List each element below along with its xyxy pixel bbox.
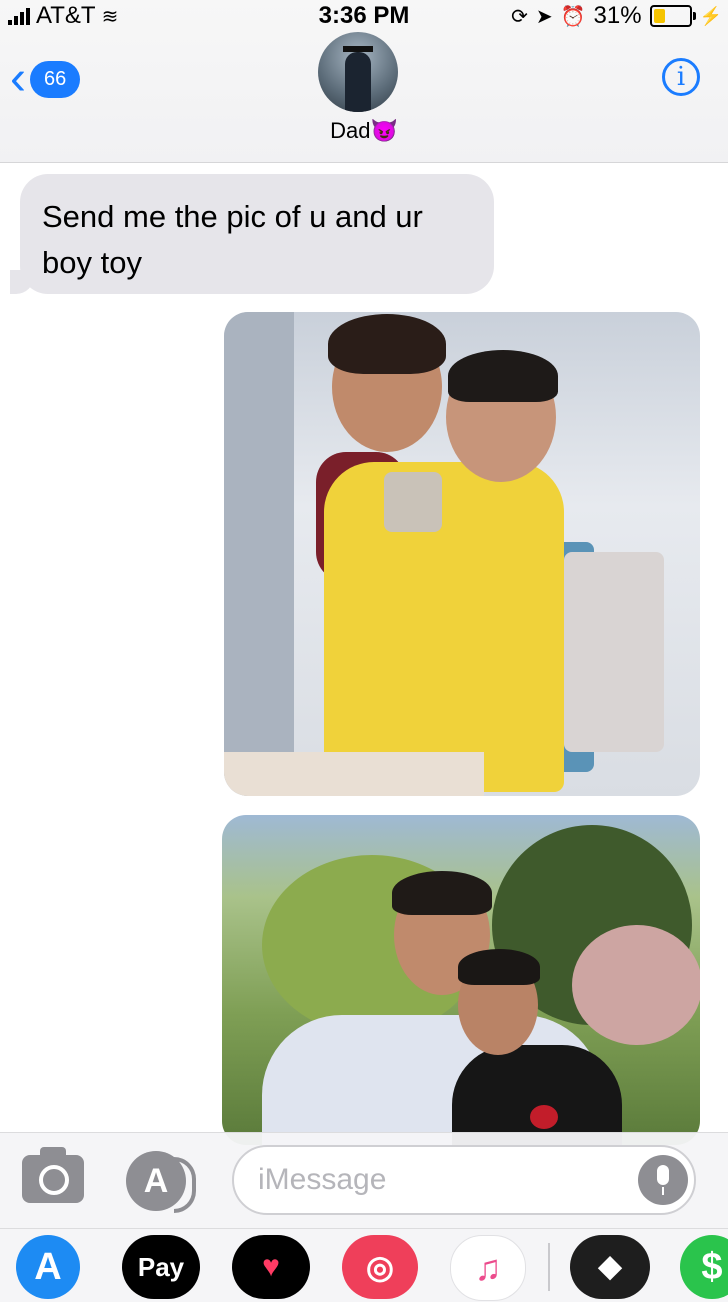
outgoing-photo-mirror-selfie[interactable]	[224, 312, 700, 796]
chevron-left-icon: ‹	[10, 52, 26, 105]
app-drawer: A Pay ♥ ◎ ♫ ◆ $	[0, 1228, 728, 1302]
nav-header: AT&T ≋ 3:36 PM ⟳ ➤ ⏰ 31% ⚡ ‹ 66 Dad😈 i	[0, 0, 728, 163]
apple-pay-icon[interactable]: Pay	[122, 1235, 200, 1299]
battery-icon	[649, 5, 696, 27]
drawer-divider	[548, 1243, 550, 1291]
camera-icon[interactable]	[22, 1147, 84, 1203]
contact-avatar[interactable]	[318, 32, 398, 112]
alarm-icon: ⏰	[560, 5, 586, 28]
battery-percent: 31%	[593, 2, 642, 29]
outgoing-photo-outdoor[interactable]	[222, 815, 700, 1145]
back-button[interactable]: ‹ 66	[10, 52, 81, 105]
location-icon: ➤	[535, 5, 553, 28]
microphone-icon[interactable]	[638, 1155, 688, 1205]
imessage-input[interactable]	[232, 1145, 696, 1215]
cash-icon[interactable]: $	[680, 1235, 728, 1299]
devil-emoji-icon: 😈	[370, 118, 398, 143]
rotation-lock-icon: ⟳	[511, 5, 528, 28]
unread-count-badge: 66	[29, 60, 81, 98]
game-controller-icon[interactable]: ◆	[570, 1235, 650, 1299]
globe-search-icon[interactable]: ◎	[342, 1235, 418, 1299]
info-icon: i	[676, 62, 686, 92]
app-store-icon[interactable]: A	[16, 1235, 80, 1299]
message-text: Send me the pic of u and ur boy toy	[42, 199, 423, 280]
app-store-toggle-icon[interactable]: A	[126, 1151, 196, 1213]
music-icon[interactable]: ♫	[450, 1235, 526, 1301]
heart-icon[interactable]: ♥	[232, 1235, 310, 1299]
contact-name[interactable]: Dad😈	[0, 118, 728, 144]
incoming-message-bubble[interactable]: Send me the pic of u and ur boy toy	[10, 174, 494, 294]
status-bar: AT&T ≋ 3:36 PM ⟳ ➤ ⏰ 31% ⚡	[0, 0, 728, 32]
info-button[interactable]: i	[662, 58, 700, 96]
charging-icon: ⚡	[699, 5, 722, 26]
compose-bar: A	[0, 1132, 728, 1229]
contact-name-label: Dad	[330, 118, 371, 143]
